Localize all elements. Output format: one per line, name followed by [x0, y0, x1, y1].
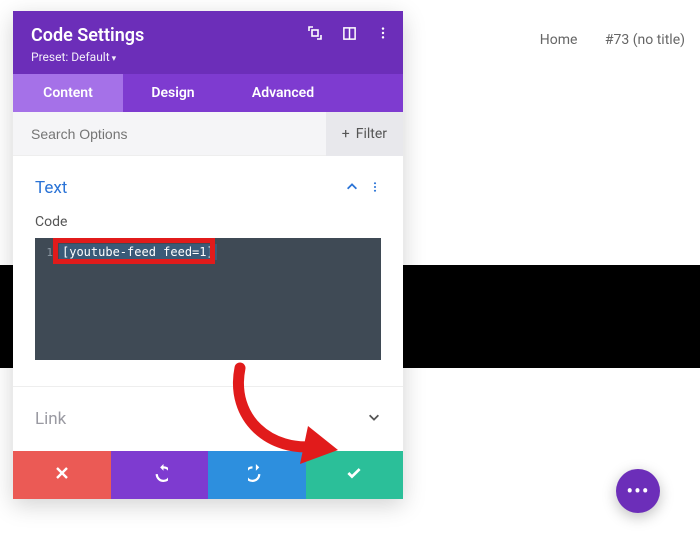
dots-horizontal-icon: •••: [626, 479, 649, 503]
tab-advanced[interactable]: Advanced: [223, 74, 343, 112]
breadcrumb: Home #73 (no title): [516, 32, 685, 48]
options-body: Text Code 1 [youtube-feed feed=1]: [13, 156, 403, 387]
save-button[interactable]: [306, 451, 404, 499]
section-link-title: Link: [35, 409, 66, 429]
search-options-input[interactable]: [31, 126, 326, 142]
breadcrumb-home[interactable]: Home: [540, 32, 578, 48]
undo-button[interactable]: [111, 451, 209, 499]
options-bar: + Filter: [13, 112, 403, 156]
panel-footer: [13, 451, 403, 499]
expand-icon[interactable]: [307, 25, 323, 41]
check-icon: [345, 464, 363, 486]
undo-icon: [150, 464, 168, 486]
tab-design[interactable]: Design: [123, 74, 223, 112]
redo-button[interactable]: [208, 451, 306, 499]
fab-more-button[interactable]: •••: [616, 469, 660, 513]
breadcrumb-current[interactable]: #73 (no title): [605, 32, 685, 48]
more-vert-icon[interactable]: [375, 25, 391, 41]
code-field-label: Code: [35, 214, 381, 230]
section-text-title: Text: [35, 178, 67, 198]
close-icon: [54, 465, 70, 485]
preset-label: Preset: Default: [31, 50, 110, 64]
cancel-button[interactable]: [13, 451, 111, 499]
code-editor[interactable]: 1 [youtube-feed feed=1]: [35, 238, 381, 360]
code-line-number: 1: [43, 246, 53, 259]
panel-header: Code Settings Preset: Default▾: [13, 11, 403, 74]
chevron-up-icon[interactable]: [345, 179, 359, 198]
section-text-header[interactable]: Text: [35, 170, 381, 208]
columns-icon[interactable]: [341, 25, 357, 41]
settings-panel: Code Settings Preset: Default▾ Content D…: [13, 11, 403, 499]
plus-icon: +: [342, 126, 350, 142]
preset-selector[interactable]: Preset: Default▾: [31, 50, 385, 64]
section-link-header[interactable]: Link: [13, 387, 403, 451]
code-shortcode: [youtube-feed feed=1]: [59, 244, 217, 260]
section-more-icon[interactable]: [369, 179, 381, 198]
page-canvas: Home #73 (no title) Code Settings Preset…: [0, 0, 700, 541]
chevron-down-icon: [367, 409, 381, 429]
filter-button[interactable]: + Filter: [326, 112, 403, 156]
tab-content[interactable]: Content: [13, 74, 123, 112]
panel-tabs: Content Design Advanced: [13, 74, 403, 112]
caret-down-icon: ▾: [112, 54, 117, 64]
redo-icon: [248, 464, 266, 486]
filter-label: Filter: [356, 126, 387, 142]
